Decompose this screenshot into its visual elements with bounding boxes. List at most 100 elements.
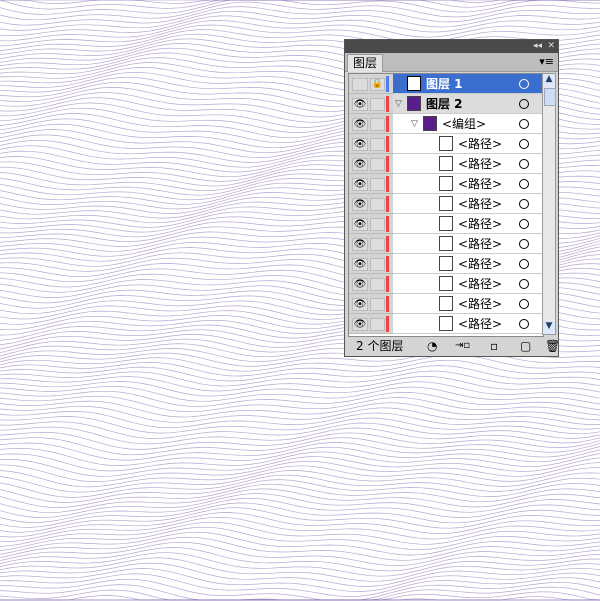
target-icon[interactable] <box>519 159 529 169</box>
lock-toggle[interactable] <box>370 98 385 111</box>
layer-row[interactable]: 🔒 ▷ 图层 1 <box>349 74 543 94</box>
scroll-thumb[interactable] <box>544 88 556 106</box>
visibility-toggle[interactable] <box>352 78 368 91</box>
visibility-toggle[interactable]: 👁 <box>352 158 368 171</box>
lock-toggle[interactable] <box>370 298 385 311</box>
make-clipping-mask-icon[interactable]: ⇥▫ <box>455 336 470 356</box>
layer-name: <路径> <box>458 257 503 271</box>
lock-toggle[interactable] <box>370 278 385 291</box>
lock-toggle[interactable] <box>370 218 385 231</box>
target-icon[interactable] <box>519 259 529 269</box>
panel-menu-icon[interactable]: ▾≡ <box>539 55 554 68</box>
new-layer-icon[interactable]: ▢ <box>520 336 531 356</box>
path-thumbnail <box>439 176 453 191</box>
visibility-toggle[interactable]: 👁 <box>352 218 368 231</box>
target-icon[interactable] <box>519 79 529 89</box>
wave-line <box>0 479 600 503</box>
tab-layers[interactable]: 图层 <box>347 54 383 72</box>
wave-line <box>0 536 600 561</box>
layer-row[interactable]: 👁 <路径> <box>349 134 543 154</box>
visibility-toggle[interactable]: 👁 <box>352 298 368 311</box>
target-icon[interactable] <box>519 299 529 309</box>
layer-row[interactable]: 👁 ▽ 图层 2 <box>349 94 543 114</box>
layer-row[interactable]: 👁 <路径> <box>349 254 543 274</box>
layer-row[interactable]: 👁 <路径> <box>349 294 543 314</box>
visibility-toggle[interactable]: 👁 <box>352 258 368 271</box>
layer-row[interactable]: 👁 <路径> <box>349 234 543 254</box>
target-icon[interactable] <box>519 139 529 149</box>
layer-row[interactable]: 👁 <路径> <box>349 314 543 334</box>
lock-toggle[interactable] <box>370 258 385 271</box>
target-icon[interactable] <box>519 99 529 109</box>
locate-object-icon[interactable]: ◔ <box>427 336 437 356</box>
lock-toggle[interactable]: 🔒 <box>370 78 385 91</box>
lock-toggle[interactable] <box>370 158 385 171</box>
lock-toggle[interactable] <box>370 238 385 251</box>
target-icon[interactable] <box>519 119 529 129</box>
path-thumbnail <box>439 236 453 251</box>
expand-closed-icon[interactable]: ▷ <box>395 74 402 94</box>
expand-open-icon[interactable]: ▽ <box>411 114 418 134</box>
path-thumbnail <box>439 136 453 151</box>
visibility-toggle[interactable]: 👁 <box>352 238 368 251</box>
path-thumbnail <box>439 256 453 271</box>
wave-line <box>0 521 600 547</box>
wave-line <box>0 460 600 482</box>
wave-line <box>0 405 600 425</box>
layer-name: <编组> <box>442 117 487 131</box>
layer-thumbnail <box>407 96 421 111</box>
layer-row[interactable]: 👁 <路径> <box>349 194 543 214</box>
lock-toggle[interactable] <box>370 138 385 151</box>
layer-row[interactable]: 👁 <路径> <box>349 154 543 174</box>
new-sublayer-icon[interactable]: ▫ <box>490 336 498 356</box>
layers-list: 🔒 ▷ 图层 1 👁 ▽ 图层 2 👁 ▽ <编组> 👁 <路径> 👁 <路径>… <box>348 73 544 337</box>
layer-color <box>386 276 389 292</box>
expand-open-icon[interactable]: ▽ <box>395 94 402 114</box>
layer-color <box>386 296 389 312</box>
layer-name: <路径> <box>458 317 503 331</box>
wave-line <box>0 390 600 411</box>
scrollbar[interactable]: ▲ ▼ <box>542 73 556 335</box>
delete-icon[interactable]: 🗑 <box>545 336 560 356</box>
close-icon[interactable]: ✕ <box>547 40 555 53</box>
scroll-down-icon[interactable]: ▼ <box>543 321 555 334</box>
layer-color <box>386 236 389 252</box>
collapse-icon[interactable]: ◂◂ <box>533 40 542 53</box>
layer-name: 图层 2 <box>426 97 463 111</box>
visibility-toggle[interactable]: 👁 <box>352 178 368 191</box>
wave-line <box>0 541 600 566</box>
target-icon[interactable] <box>519 219 529 229</box>
target-icon[interactable] <box>519 279 529 289</box>
visibility-toggle[interactable]: 👁 <box>352 118 368 131</box>
layer-color <box>386 116 389 132</box>
layer-row[interactable]: 👁 ▽ <编组> <box>349 114 543 134</box>
target-icon[interactable] <box>519 179 529 189</box>
target-icon[interactable] <box>519 239 529 249</box>
visibility-toggle[interactable]: 👁 <box>352 318 368 331</box>
visibility-toggle[interactable]: 👁 <box>352 198 368 211</box>
path-thumbnail <box>439 156 453 171</box>
lock-toggle[interactable] <box>370 198 385 211</box>
lock-toggle[interactable] <box>370 178 385 191</box>
layer-row[interactable]: 👁 <路径> <box>349 274 543 294</box>
panel-title-bar[interactable]: ◂◂ ✕ <box>345 40 558 53</box>
lock-toggle[interactable] <box>370 118 385 131</box>
layer-row[interactable]: 👁 <路径> <box>349 174 543 194</box>
target-icon[interactable] <box>519 319 529 329</box>
lock-toggle[interactable] <box>370 318 385 331</box>
panel-footer: 2 个图层 ◔ ⇥▫ ▫ ▢ 🗑 <box>345 336 560 356</box>
scroll-up-icon[interactable]: ▲ <box>543 74 555 87</box>
target-icon[interactable] <box>519 199 529 209</box>
path-thumbnail <box>439 316 453 331</box>
layer-name: <路径> <box>458 177 503 191</box>
layer-color <box>386 176 389 192</box>
layer-name: 图层 1 <box>426 77 463 91</box>
visibility-toggle[interactable]: 👁 <box>352 138 368 151</box>
layer-color <box>386 76 389 92</box>
layer-row[interactable]: 👁 <路径> <box>349 214 543 234</box>
path-thumbnail <box>439 296 453 311</box>
wave-line <box>0 456 600 477</box>
visibility-toggle[interactable]: 👁 <box>352 98 368 111</box>
layer-thumbnail <box>407 76 421 91</box>
visibility-toggle[interactable]: 👁 <box>352 278 368 291</box>
